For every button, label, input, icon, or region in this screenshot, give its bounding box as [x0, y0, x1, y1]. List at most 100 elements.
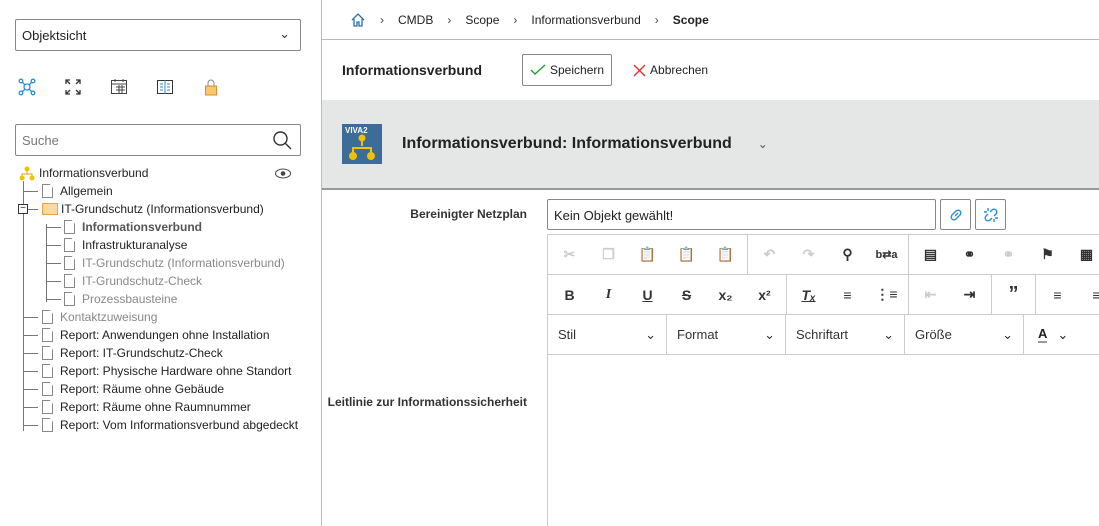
tree-item[interactable]: Prozessbausteine — [64, 290, 177, 308]
sidebar-tools — [18, 78, 248, 98]
size-dropdown[interactable]: Größe ⌄ — [905, 315, 1024, 354]
link-button[interactable] — [940, 199, 971, 230]
tree-item[interactable]: Report: Vom Informationsverbund abgedeck… — [42, 416, 298, 434]
tree-line — [47, 245, 61, 246]
tree-item[interactable]: Informationsverbund — [64, 218, 202, 236]
tree-item[interactable]: − IT-Grundschutz (Informationsverbund) — [18, 200, 264, 218]
remove-format-icon[interactable]: Tₓ — [789, 287, 828, 303]
document-icon — [42, 346, 53, 360]
tree-item[interactable]: Report: IT-Grundschutz-Check — [42, 344, 223, 362]
format-dropdown[interactable]: Format ⌄ — [667, 315, 786, 354]
underline-icon[interactable]: U — [628, 287, 667, 303]
italic-icon[interactable]: I — [589, 287, 628, 303]
font-color-icon: A — [1038, 325, 1048, 343]
chevron-down-icon[interactable]: ⌄ — [758, 137, 768, 151]
breadcrumb-informationsverbund[interactable]: Informationsverbund — [531, 13, 640, 27]
tree-item-label: Report: Physische Hardware ohne Standort — [60, 364, 292, 378]
replace-icon[interactable]: b⇄a — [867, 248, 906, 261]
home-icon[interactable] — [350, 12, 366, 28]
find-icon[interactable]: ⚲ — [828, 246, 867, 263]
bullet-list-icon[interactable]: ⋮≡ — [867, 286, 906, 303]
document-icon — [42, 364, 53, 378]
tree-item[interactable]: Report: Anwendungen ohne Installation — [42, 326, 270, 344]
undo-icon[interactable]: ↶ — [750, 246, 789, 263]
document-icon — [42, 418, 53, 432]
indent-icon[interactable]: ⇥ — [950, 286, 989, 303]
cancel-button[interactable]: Abbrechen — [626, 54, 715, 86]
align-left-icon[interactable]: ≡ — [1038, 287, 1077, 303]
rich-text-editor[interactable]: ✂ ❐ 📋 📋 📋 ↶ ↷ ⚲ b⇄a ▤ ⚭ ⚭ ⚑ ▦ B I U Sx₂ x² Tₓ ≡ ⋮≡ ⇤ ⇥ ” ≡… — [547, 234, 1099, 526]
document-icon — [42, 184, 53, 198]
save-label: Speichern — [550, 63, 605, 77]
subscript-icon[interactable]: x₂ — [706, 287, 745, 303]
redo-icon[interactable]: ↷ — [789, 246, 828, 263]
anchor-flag-icon[interactable]: ⚑ — [1028, 246, 1067, 263]
tree-item[interactable]: Kontaktzuweisung — [42, 308, 157, 326]
close-icon — [633, 64, 646, 76]
fullscreen-icon[interactable] — [64, 78, 110, 98]
tree-item[interactable]: Allgemein — [42, 182, 113, 200]
tree-item[interactable]: Report: Räume ohne Raumnummer — [42, 398, 251, 416]
paste-icon[interactable]: 📋 — [628, 246, 667, 263]
search-icon[interactable] — [272, 130, 292, 150]
tree-item[interactable]: IT-Grundschutz (Informationsverbund) — [64, 254, 285, 272]
breadcrumb-cmdb[interactable]: CMDB — [398, 13, 433, 27]
tree-line — [47, 281, 61, 282]
align-center-icon[interactable]: ≡ — [1077, 287, 1099, 303]
breadcrumb-scope[interactable]: Scope — [465, 13, 499, 27]
lock-icon[interactable] — [202, 78, 248, 98]
tree-line — [24, 407, 38, 408]
tree-line — [47, 227, 61, 228]
bold-icon[interactable]: B — [550, 287, 589, 303]
eye-icon[interactable] — [275, 168, 291, 179]
font-color-button[interactable]: A ⌄ — [1024, 325, 1068, 343]
chevron-down-icon: ⌄ — [1002, 326, 1013, 342]
tree-root[interactable]: Informationsverbund — [18, 164, 148, 182]
format-label: Format — [677, 327, 719, 342]
numbered-list-icon[interactable]: ≡ — [828, 287, 867, 303]
collapse-toggle[interactable]: − — [18, 204, 28, 214]
copy-icon[interactable]: ❐ — [589, 246, 628, 263]
book-icon[interactable] — [156, 78, 202, 98]
link-icon[interactable]: ⚭ — [950, 246, 989, 263]
tree-item-label: IT-Grundschutz (Informationsverbund) — [61, 202, 264, 216]
search-input[interactable]: Suche — [15, 124, 301, 156]
superscript-icon[interactable]: x² — [745, 287, 784, 303]
hierarchy-icon — [19, 166, 35, 181]
save-button[interactable]: Speichern — [522, 54, 613, 86]
tree-item-label: Kontaktzuweisung — [60, 310, 158, 324]
select-all-icon[interactable]: ▤ — [911, 246, 950, 263]
style-dropdown[interactable]: Stil ⌄ — [548, 315, 667, 354]
tree-line — [24, 353, 38, 354]
sidebar: Objektsicht ⌄ Suche Informationsverbund A… — [0, 0, 322, 526]
image-icon[interactable]: ▦ — [1067, 246, 1099, 263]
tree-item[interactable]: IT-Grundschutz-Check — [64, 272, 202, 290]
tree-line — [23, 181, 24, 431]
unlink-icon — [983, 207, 998, 222]
unlink-icon[interactable]: ⚭ — [989, 246, 1028, 263]
tree-line — [47, 299, 61, 300]
paste-word-icon[interactable]: 📋 — [706, 246, 745, 263]
tree-item[interactable]: Infrastrukturanalyse — [64, 236, 187, 254]
font-dropdown[interactable]: Schriftart ⌄ — [786, 315, 905, 354]
tree-line — [24, 317, 38, 318]
unlink-button[interactable] — [975, 199, 1006, 230]
outdent-icon[interactable]: ⇤ — [911, 286, 950, 303]
document-icon — [42, 382, 53, 396]
tree-item-label: Informationsverbund — [82, 220, 203, 234]
view-select[interactable]: Objektsicht ⌄ — [15, 19, 301, 51]
network-icon[interactable] — [18, 78, 64, 98]
netzplan-field[interactable]: Kein Objekt gewählt! — [547, 199, 936, 230]
tree-line — [47, 263, 61, 264]
calendar-icon[interactable] — [110, 78, 156, 98]
object-header: VIVA2 Informationsverbund: Informationsv… — [322, 100, 1099, 190]
tree-item-label: Allgemein — [60, 184, 113, 198]
object-type-title: Informationsverbund — [342, 62, 483, 78]
strikethrough-icon[interactable]: S — [667, 287, 706, 303]
blockquote-icon[interactable]: ” — [994, 283, 1033, 306]
editor-toolbar-row-1: ✂ ❐ 📋 📋 📋 ↶ ↷ ⚲ b⇄a ▤ ⚭ ⚭ ⚑ ▦ — [548, 235, 1099, 275]
cut-icon[interactable]: ✂ — [550, 246, 589, 263]
paste-text-icon[interactable]: 📋 — [667, 246, 706, 263]
tree-item[interactable]: Report: Physische Hardware ohne Standort — [42, 362, 291, 380]
tree-item[interactable]: Report: Räume ohne Gebäude — [42, 380, 224, 398]
